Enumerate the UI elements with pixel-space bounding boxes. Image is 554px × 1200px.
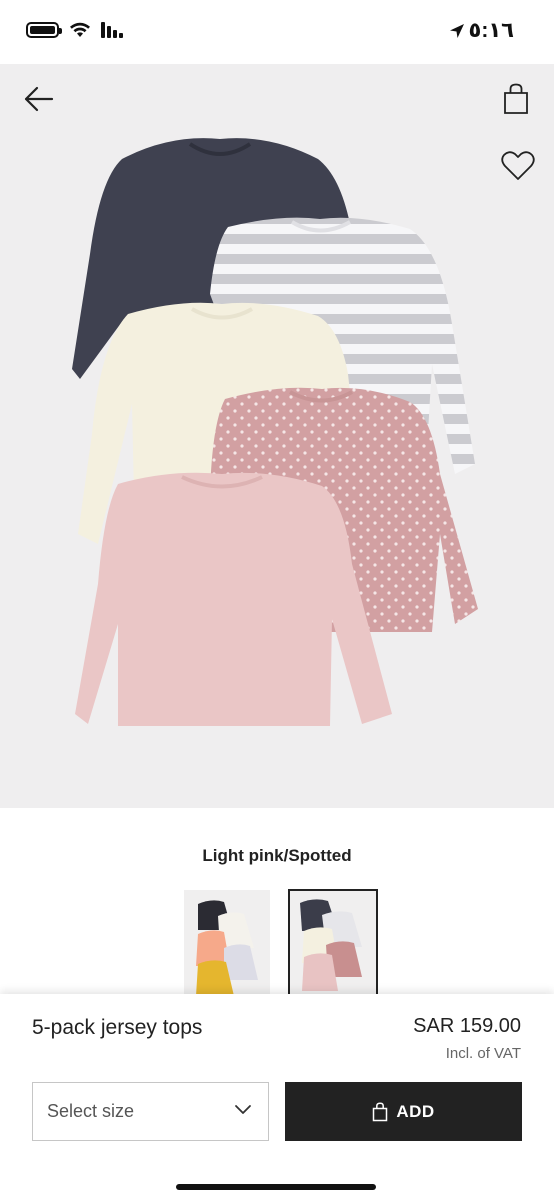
status-bar: ٥:١٦ xyxy=(0,0,554,64)
shopping-bag-icon xyxy=(504,83,528,114)
selected-color-name: Light pink/Spotted xyxy=(202,846,352,865)
add-button-label: ADD xyxy=(396,1101,435,1121)
shopping-bag-button[interactable] xyxy=(496,78,536,120)
color-swatches xyxy=(184,889,378,997)
favorite-button[interactable] xyxy=(496,144,540,188)
shopping-bag-icon xyxy=(373,1101,388,1121)
swatch-thumbnail xyxy=(300,899,362,991)
product-screen: ٥:١٦ Light pink/Spotted 5-pack jersey to… xyxy=(0,0,554,1200)
swatch-thumbnail xyxy=(196,900,258,996)
heart-icon xyxy=(501,151,535,180)
swatch-variant-1[interactable] xyxy=(184,890,270,996)
back-button[interactable] xyxy=(18,78,60,120)
product-photo-illustration xyxy=(72,138,478,726)
size-select-label: Select size xyxy=(47,1101,135,1121)
location-arrow-icon xyxy=(449,23,464,38)
add-to-bag-button[interactable]: ADD xyxy=(285,1082,522,1141)
battery-icon xyxy=(26,22,62,38)
wifi-icon xyxy=(70,22,90,37)
status-time: ٥:١٦ xyxy=(468,19,514,42)
size-select-dropdown[interactable]: Select size xyxy=(32,1082,269,1141)
status-icons xyxy=(26,22,123,38)
product-price: SAR 159.00 xyxy=(413,1015,521,1037)
product-image[interactable] xyxy=(0,64,554,808)
back-arrow-icon xyxy=(24,86,54,112)
home-indicator[interactable] xyxy=(176,1184,376,1190)
product-purchase-bar: 5-pack jersey tops SAR 159.00 Incl. of V… xyxy=(0,994,554,1200)
swatch-variant-2-selected[interactable] xyxy=(288,889,378,997)
signal-icon xyxy=(101,22,123,38)
chevron-down-icon xyxy=(235,1105,251,1114)
vat-note: Incl. of VAT xyxy=(445,1045,521,1062)
product-name: 5-pack jersey tops xyxy=(32,1016,203,1039)
status-time-group: ٥:١٦ xyxy=(449,18,514,43)
